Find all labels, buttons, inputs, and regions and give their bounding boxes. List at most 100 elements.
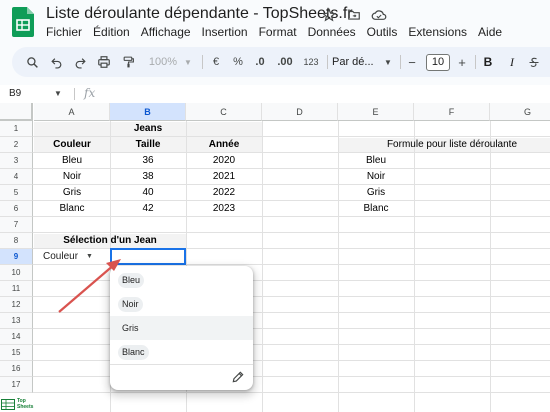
column-header-d[interactable]: D bbox=[262, 103, 338, 121]
cell-b6[interactable]: 42 bbox=[110, 201, 186, 217]
menu-format[interactable]: Format bbox=[259, 25, 297, 39]
increase-decimals-label: .00 bbox=[277, 56, 293, 68]
name-box-value: B9 bbox=[9, 88, 22, 99]
undo-icon[interactable] bbox=[46, 47, 66, 77]
menu-edition[interactable]: Édition bbox=[93, 25, 130, 39]
cell-header-taille[interactable]: Taille bbox=[110, 137, 186, 153]
decrease-font-size-button[interactable]: − bbox=[404, 47, 420, 77]
menu-fichier[interactable]: Fichier bbox=[46, 25, 82, 39]
row-header-5[interactable]: 5 bbox=[0, 185, 33, 201]
cell-selection-title[interactable]: Sélection d'un Jean bbox=[34, 233, 186, 249]
couleur-dropdown-chip[interactable]: Couleur ▼ bbox=[38, 250, 98, 264]
row-header-11[interactable]: 11 bbox=[0, 281, 33, 297]
cell-c6[interactable]: 2023 bbox=[186, 201, 262, 217]
dropdown-option-bleu[interactable]: Bleu bbox=[110, 268, 253, 292]
cell-c4[interactable]: 2021 bbox=[186, 169, 262, 185]
row-header-7[interactable]: 7 bbox=[0, 217, 33, 233]
row-header-12[interactable]: 12 bbox=[0, 297, 33, 313]
paint-format-icon[interactable] bbox=[118, 47, 138, 77]
number-format-button[interactable]: 123 bbox=[300, 47, 322, 77]
name-box[interactable]: B9 ▼ bbox=[0, 85, 70, 103]
cell-c3[interactable]: 2020 bbox=[186, 153, 262, 169]
strikethrough-icon[interactable] bbox=[526, 47, 542, 77]
column-header-c[interactable]: C bbox=[186, 103, 262, 121]
increase-decimals-button[interactable]: .00 bbox=[274, 47, 296, 77]
fx-icon: fx bbox=[84, 86, 96, 100]
column-header-a[interactable]: A bbox=[34, 103, 110, 121]
cloud-status-icon[interactable] bbox=[371, 7, 387, 23]
print-icon[interactable] bbox=[94, 47, 114, 77]
dropdown-option-noir[interactable]: Noir bbox=[110, 292, 253, 316]
font-chevron-down-icon[interactable]: ▼ bbox=[382, 47, 394, 77]
cell-e6[interactable]: Blanc bbox=[338, 201, 414, 217]
cell-e3[interactable]: Bleu bbox=[338, 153, 414, 169]
select-all-corner[interactable] bbox=[0, 103, 33, 121]
redo-icon[interactable] bbox=[70, 47, 90, 77]
italic-button[interactable]: I bbox=[504, 47, 520, 77]
zoom-value[interactable]: 100% bbox=[144, 47, 182, 77]
menu-extensions[interactable]: Extensions bbox=[408, 25, 467, 39]
name-box-chevron-icon[interactable]: ▼ bbox=[54, 85, 62, 103]
document-title[interactable]: Liste déroulante dépendante - TopSheets.… bbox=[46, 5, 353, 23]
row-header-16[interactable]: 16 bbox=[0, 361, 33, 377]
dropdown-option-label: Bleu bbox=[118, 273, 145, 288]
column-header-g[interactable]: G bbox=[490, 103, 550, 121]
column-header-f[interactable]: F bbox=[414, 103, 490, 121]
dropdown-option-label: Noir bbox=[118, 297, 143, 312]
cell-jeans-header[interactable]: Jeans bbox=[34, 121, 262, 137]
row-header-17[interactable]: 17 bbox=[0, 377, 33, 393]
cell-a3[interactable]: Bleu bbox=[34, 153, 110, 169]
cell-b5[interactable]: 40 bbox=[110, 185, 186, 201]
increase-font-size-button[interactable]: + bbox=[454, 47, 470, 77]
menu-insertion[interactable]: Insertion bbox=[202, 25, 248, 39]
search-menus-icon[interactable] bbox=[22, 47, 42, 77]
move-to-folder-icon[interactable] bbox=[346, 7, 362, 23]
row-header-10[interactable]: 10 bbox=[0, 265, 33, 281]
cell-formula-header[interactable]: Formule pour liste déroulante bbox=[338, 137, 550, 153]
cell-a6[interactable]: Blanc bbox=[34, 201, 110, 217]
cell-e4[interactable]: Noir bbox=[338, 169, 414, 185]
star-icon[interactable] bbox=[321, 7, 337, 23]
row-header-13[interactable]: 13 bbox=[0, 313, 33, 329]
toolbar: 100% ▼ € % .0 .00 123 Par dé... ▼ − 10 +… bbox=[12, 47, 550, 77]
menu-affichage[interactable]: Affichage bbox=[141, 25, 191, 39]
font-select[interactable]: Par dé... bbox=[332, 47, 380, 77]
dropdown-option-label: Gris bbox=[122, 323, 139, 333]
cell-a5[interactable]: Gris bbox=[34, 185, 110, 201]
edit-pencil-icon[interactable] bbox=[231, 370, 245, 384]
decrease-decimals-button[interactable]: .0 bbox=[250, 47, 270, 77]
menu-donnees[interactable]: Données bbox=[308, 25, 356, 39]
row-header-1[interactable]: 1 bbox=[0, 121, 33, 137]
google-sheets-window: Liste déroulante dépendante - TopSheets.… bbox=[0, 0, 550, 412]
cell-e5[interactable]: Gris bbox=[338, 185, 414, 201]
row-header-9[interactable]: 9 bbox=[0, 249, 33, 265]
sheets-logo-icon[interactable] bbox=[12, 7, 34, 37]
bold-button[interactable]: B bbox=[480, 47, 496, 77]
cell-a4[interactable]: Noir bbox=[34, 169, 110, 185]
formula-input[interactable] bbox=[110, 87, 540, 101]
row-header-6[interactable]: 6 bbox=[0, 201, 33, 217]
currency-format-button[interactable]: € bbox=[208, 47, 224, 77]
row-header-4[interactable]: 4 bbox=[0, 169, 33, 185]
row-header-14[interactable]: 14 bbox=[0, 329, 33, 345]
dropdown-option-gris[interactable]: Gris bbox=[110, 316, 253, 340]
column-header-b[interactable]: B bbox=[110, 103, 186, 121]
percent-format-button[interactable]: % bbox=[230, 47, 246, 77]
font-size-input[interactable]: 10 bbox=[426, 54, 450, 71]
column-header-e[interactable]: E bbox=[338, 103, 414, 121]
row-header-15[interactable]: 15 bbox=[0, 345, 33, 361]
menu-aide[interactable]: Aide bbox=[478, 25, 502, 39]
couleur-chip-chevron-icon[interactable]: ▼ bbox=[86, 250, 93, 264]
zoom-chevron-down-icon[interactable]: ▼ bbox=[182, 47, 194, 77]
cell-header-couleur[interactable]: Couleur bbox=[34, 137, 110, 153]
row-header-8[interactable]: 8 bbox=[0, 233, 33, 249]
row-header-3[interactable]: 3 bbox=[0, 153, 33, 169]
cell-b3[interactable]: 36 bbox=[110, 153, 186, 169]
cell-header-annee[interactable]: Année bbox=[186, 137, 262, 153]
menu-outils[interactable]: Outils bbox=[367, 25, 398, 39]
row-header-2[interactable]: 2 bbox=[0, 137, 33, 153]
cell-c5[interactable]: 2022 bbox=[186, 185, 262, 201]
dropdown-option-blanc[interactable]: Blanc bbox=[110, 340, 253, 364]
cell-b4[interactable]: 38 bbox=[110, 169, 186, 185]
selected-cell-b9[interactable] bbox=[110, 248, 186, 265]
